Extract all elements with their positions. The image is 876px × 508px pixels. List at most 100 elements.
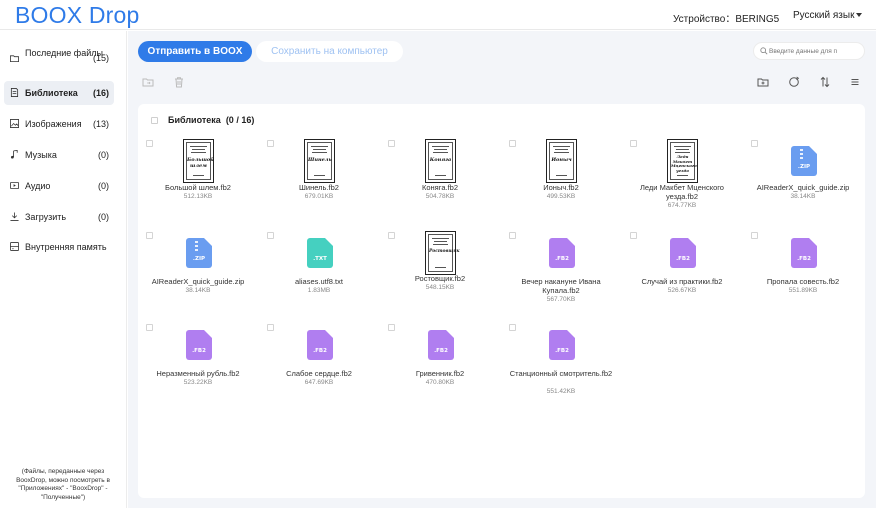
sidebar-item-music[interactable]: Музыка (0): [4, 143, 114, 167]
file-name: Ростовщик.fb2: [414, 274, 466, 283]
book-cover-thumbnail: Леди Макбет Мценского уезда: [667, 139, 698, 183]
file-card[interactable]: Шинель Шинель.fb2 679.01KB: [260, 134, 378, 220]
file-size: 679.01KB: [304, 193, 334, 200]
folder-icon: [10, 55, 19, 63]
file-card[interactable]: .TXT aliases.utf8.txt 1.83MB: [260, 226, 378, 312]
delete-button[interactable]: [171, 74, 187, 90]
search-input[interactable]: [769, 44, 863, 58]
new-folder-icon: [757, 78, 769, 87]
book-cover-thumbnail: Ионыч: [546, 139, 577, 183]
file-checkbox[interactable]: [267, 324, 274, 331]
file-card[interactable]: Коняга Коняга.fb2 504.78KB: [381, 134, 499, 220]
send-to-boox-button[interactable]: Отправить в BOOX: [138, 41, 252, 62]
file-checkbox[interactable]: [630, 232, 637, 239]
language-selector[interactable]: Русский язык: [793, 10, 863, 21]
refresh-button[interactable]: [786, 74, 802, 90]
list-view-button[interactable]: [847, 74, 863, 90]
library-title-text: Библиотека: [168, 115, 221, 125]
file-extension: .FB2: [555, 348, 569, 354]
file-checkbox[interactable]: [509, 232, 516, 239]
file-name: Станционный смотритель.fb2: [509, 369, 613, 378]
file-card[interactable]: .FB2 Пропала совесть.fb2 551.89KB: [744, 226, 862, 312]
cover-title: Большой шлем: [187, 157, 214, 169]
sidebar-item-downloads[interactable]: Загрузить (0): [4, 205, 114, 229]
sidebar-item-label: Загрузить: [25, 212, 67, 222]
file-checkbox[interactable]: [388, 232, 395, 239]
file-card[interactable]: .FB2 Гривенник.fb2 470.80KB: [381, 318, 499, 404]
file-size: 38.14KB: [185, 287, 211, 294]
file-extension: .FB2: [434, 348, 448, 354]
sidebar-item-count: (13): [92, 119, 109, 129]
file-checkbox[interactable]: [146, 232, 153, 239]
new-folder-button[interactable]: [755, 74, 771, 90]
file-checkbox[interactable]: [751, 140, 758, 147]
file-extension: .FB2: [797, 256, 811, 262]
fb2-file-icon: .FB2: [304, 323, 335, 367]
file-card[interactable]: Леди Макбет Мценского уезда Леди Макбет …: [623, 134, 741, 220]
selection-count: (0 / 16): [225, 115, 255, 125]
file-name: Случай из практики.fb2: [641, 277, 723, 286]
sidebar-item-label: Последние файлы: [25, 48, 103, 58]
chevron-down-icon: [856, 13, 863, 18]
sort-button[interactable]: [817, 74, 833, 90]
file-name: AIReaderX_quick_guide.zip: [151, 277, 245, 286]
file-checkbox[interactable]: [509, 140, 516, 147]
sidebar-item-label: Изображения: [25, 119, 82, 129]
move-to-folder-button[interactable]: [140, 74, 156, 90]
search-icon: [760, 47, 768, 55]
file-card[interactable]: Ростовщик Ростовщик.fb2 548.15KB: [381, 226, 499, 312]
sidebar-item-count: (0): [98, 212, 109, 222]
file-extension: .FB2: [313, 348, 327, 354]
zip-file-icon: .ZIP: [183, 231, 214, 275]
file-name: Неразменный рубль.fb2: [156, 369, 240, 378]
file-name: Вечер накануне Ивана Купала.fb2: [521, 277, 601, 295]
file-card[interactable]: .FB2 Неразменный рубль.fb2 523.22KB: [139, 318, 257, 404]
cover-title: Ростовщик: [429, 249, 460, 254]
save-to-computer-button[interactable]: Сохранить на компьютер: [256, 41, 403, 62]
sidebar-item-recent[interactable]: Последние файлы (15): [4, 44, 114, 72]
file-card[interactable]: .FB2 Станционный смотритель.fb2 551.42KB: [502, 318, 620, 404]
file-checkbox[interactable]: [267, 140, 274, 147]
file-name: Шинель.fb2: [299, 183, 339, 192]
sidebar-item-library[interactable]: Библиотека (16): [4, 81, 114, 105]
file-card[interactable]: .FB2 Случай из практики.fb2 526.67KB: [623, 226, 741, 312]
file-size: 551.89KB: [788, 287, 818, 294]
search-box[interactable]: [753, 42, 865, 60]
file-card[interactable]: Ионыч Ионыч.fb2 499.53KB: [502, 134, 620, 220]
file-card[interactable]: .ZIP AIReaderX_quick_guide.zip 38.14KB: [744, 134, 862, 220]
file-checkbox[interactable]: [146, 324, 153, 331]
file-card[interactable]: .FB2 Вечер накануне Ивана Купала.fb2 567…: [502, 226, 620, 312]
file-checkbox[interactable]: [146, 140, 153, 147]
file-name: Коняга.fb2: [422, 183, 458, 192]
file-size: 1.83MB: [307, 287, 331, 294]
file-checkbox[interactable]: [630, 140, 637, 147]
file-checkbox[interactable]: [388, 324, 395, 331]
fb2-file-icon: .FB2: [183, 323, 214, 367]
file-name: Большой шлем.fb2: [165, 183, 231, 192]
sort-icon: [820, 76, 830, 88]
file-extension: .FB2: [676, 256, 690, 262]
sidebar-item-audio[interactable]: Аудио (0): [4, 174, 114, 198]
select-all-checkbox[interactable]: [151, 117, 158, 124]
trash-icon: [175, 77, 183, 88]
fb2-file-icon: .FB2: [546, 323, 577, 367]
file-checkbox[interactable]: [509, 324, 516, 331]
sidebar-item-images[interactable]: Изображения (13): [4, 112, 114, 136]
folder-move-icon: [142, 78, 154, 87]
file-card[interactable]: Большой шлем Большой шлем.fb2 512.13KB: [139, 134, 257, 220]
file-checkbox[interactable]: [267, 232, 274, 239]
file-size: 674.77KB: [667, 202, 697, 209]
file-card[interactable]: .ZIP AIReaderX_quick_guide.zip 38.14KB: [139, 226, 257, 312]
cover-title: Леди Макбет Мценского уезда: [671, 154, 697, 173]
file-card[interactable]: .FB2 Слабое сердце.fb2 647.69KB: [260, 318, 378, 404]
file-size: 526.67KB: [667, 287, 697, 294]
file-extension: .FB2: [555, 256, 569, 262]
file-name: aliases.utf8.txt: [295, 277, 343, 286]
fb2-file-icon: .FB2: [425, 323, 456, 367]
file-checkbox[interactable]: [388, 140, 395, 147]
sidebar-item-internal-storage[interactable]: Внутренняя память: [4, 235, 114, 259]
file-checkbox[interactable]: [751, 232, 758, 239]
file-size: 470.80KB: [425, 379, 455, 386]
cover-title: Ионыч: [551, 157, 572, 163]
file-extension: .TXT: [313, 256, 327, 262]
